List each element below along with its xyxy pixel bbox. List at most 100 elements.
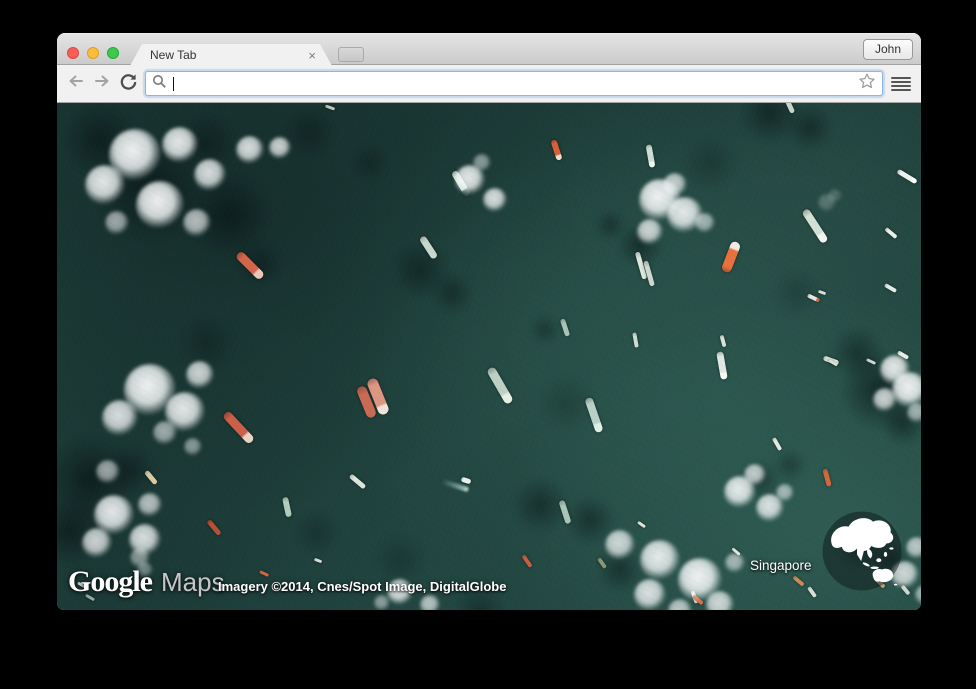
address-bar[interactable]: [145, 71, 883, 96]
reload-button[interactable]: [115, 71, 141, 97]
cloud: [640, 540, 680, 580]
new-tab-button[interactable]: [338, 47, 364, 62]
cloud: [706, 591, 734, 610]
ship: [822, 467, 832, 487]
cloud: [744, 464, 766, 486]
cloud: [96, 460, 120, 484]
browser-window: New Tab × John Google Maps Imagery ©2014…: [57, 33, 921, 610]
ship: [716, 350, 728, 380]
cloud: [725, 553, 745, 573]
zoom-window-button[interactable]: [107, 47, 119, 59]
cloud: [695, 213, 715, 233]
ship: [636, 520, 646, 528]
ship: [324, 103, 336, 111]
ship: [281, 496, 293, 518]
cloud: [906, 537, 921, 559]
cloud: [136, 181, 184, 229]
cloud-shadow: [430, 271, 474, 315]
tab-bar: New Tab × John: [57, 33, 921, 65]
cloud: [162, 127, 198, 163]
window-controls: [67, 47, 119, 59]
tab-title: New Tab: [150, 48, 197, 62]
ship: [348, 472, 366, 490]
text-caret: [173, 76, 174, 91]
ship: [559, 317, 571, 337]
ship: [486, 365, 514, 405]
cloud: [663, 173, 687, 197]
ship: [801, 207, 829, 245]
ship: [791, 575, 805, 587]
cloud: [102, 400, 138, 436]
cloud-shadow: [771, 267, 823, 319]
ship: [521, 554, 533, 568]
cloud: [473, 154, 491, 172]
map-canvas[interactable]: Google Maps Imagery ©2014, Cnes/Spot Ima…: [57, 103, 921, 610]
globe-icon: [820, 509, 904, 598]
cloud-shadow: [680, 133, 740, 193]
profile-button[interactable]: John: [862, 39, 913, 60]
desktop-background: New Tab × John Google Maps Imagery ©2014…: [0, 0, 976, 689]
ship: [645, 144, 655, 168]
cloud: [374, 595, 390, 610]
cloud: [269, 137, 291, 159]
google-maps-watermark[interactable]: Google Maps: [68, 565, 225, 599]
place-label-singapore: Singapore: [750, 558, 812, 573]
ship: [460, 476, 472, 484]
cloud: [637, 219, 663, 245]
cloud-shadow: [772, 447, 808, 483]
tab-new-tab[interactable]: New Tab ×: [130, 44, 332, 66]
google-logo: Google: [68, 565, 153, 598]
bookmark-star-icon[interactable]: [858, 72, 876, 95]
ship: [883, 283, 897, 293]
search-icon: [152, 74, 167, 94]
arrow-left-icon: [66, 71, 86, 96]
cloud: [186, 361, 214, 389]
cloud: [873, 388, 897, 412]
tab-close-icon[interactable]: ×: [308, 49, 316, 62]
ship: [221, 409, 255, 445]
map-features: [57, 103, 921, 610]
cloud: [828, 189, 842, 203]
ship: [313, 557, 323, 563]
ship: [206, 518, 222, 536]
ship: [720, 240, 742, 274]
cloud-shadow: [293, 509, 341, 557]
back-button[interactable]: [63, 71, 89, 97]
ship: [896, 168, 918, 184]
browser-toolbar: [57, 65, 921, 103]
cloud: [605, 530, 635, 560]
cloud: [183, 209, 211, 237]
close-window-button[interactable]: [67, 47, 79, 59]
cloud: [82, 528, 112, 558]
cloud-shadow: [594, 209, 626, 241]
cloud: [915, 585, 921, 605]
cloud: [184, 438, 202, 456]
ship: [719, 334, 727, 348]
cloud: [138, 493, 162, 517]
ship: [771, 436, 783, 452]
cloud: [153, 421, 177, 445]
menu-hamburger-icon[interactable]: [891, 74, 911, 94]
ship: [884, 226, 898, 240]
cloud: [668, 599, 692, 610]
cloud: [907, 403, 921, 423]
maps-logo: Maps: [161, 567, 225, 597]
arrow-right-icon: [92, 71, 112, 96]
minimize-window-button[interactable]: [87, 47, 99, 59]
ship: [631, 332, 639, 348]
cloud-shadow: [350, 143, 390, 183]
cloud: [776, 484, 794, 502]
ship: [258, 569, 270, 577]
cloud: [236, 136, 264, 164]
forward-button[interactable]: [89, 71, 115, 97]
imagery-attribution: Imagery ©2014, Cnes/Spot Image, DigitalG…: [218, 579, 507, 594]
cloud-shadow: [529, 314, 561, 346]
cloud: [105, 211, 129, 235]
cloud: [483, 188, 507, 212]
cloud: [85, 165, 125, 205]
reload-icon: [119, 72, 138, 96]
cloud: [194, 159, 226, 191]
ship: [549, 139, 563, 161]
cloud: [420, 595, 440, 610]
cloud: [634, 579, 666, 610]
